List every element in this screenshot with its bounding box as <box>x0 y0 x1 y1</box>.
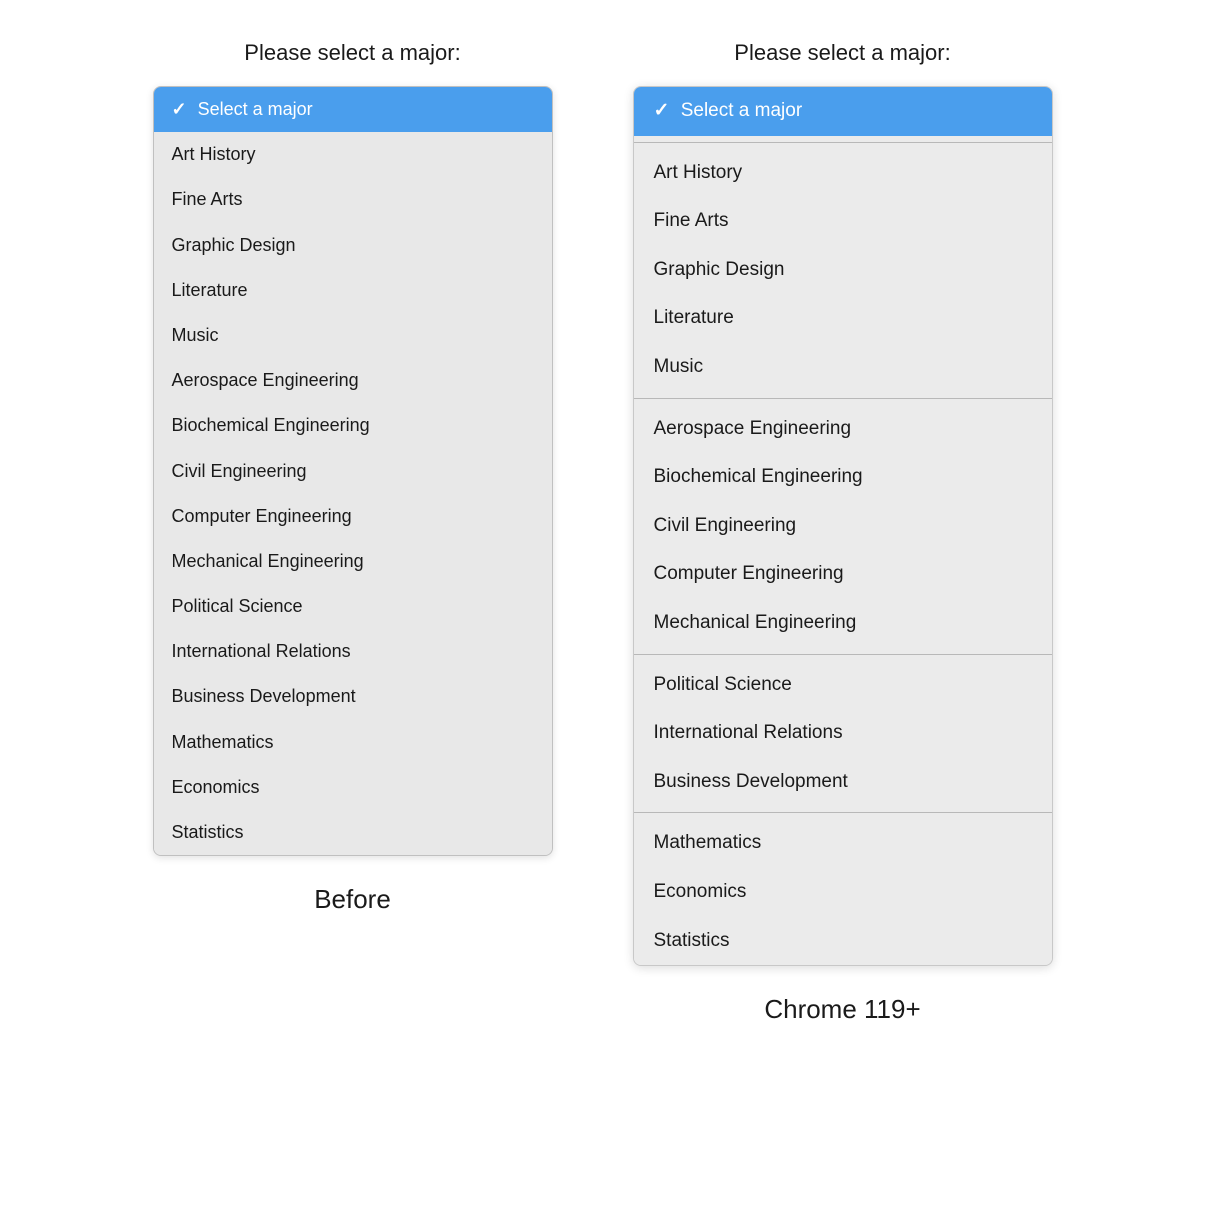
chrome-column: Please select a major: ✓ Select a major A… <box>633 40 1053 1025</box>
group-divider-group-selected <box>634 142 1052 143</box>
listbox-item-civil-engineering[interactable]: Civil Engineering <box>154 449 552 494</box>
chrome-listbox-item-graphic-design[interactable]: Graphic Design <box>634 246 1052 295</box>
main-container: Please select a major: ✓ Select a majorA… <box>20 40 1185 1025</box>
chrome-listbox-item-international-relations[interactable]: International Relations <box>634 709 1052 758</box>
chrome-listbox[interactable]: ✓ Select a major Art HistoryFine ArtsGrap… <box>633 86 1053 966</box>
chrome-listbox-item-aerospace-engineering[interactable]: Aerospace Engineering <box>634 405 1052 454</box>
listbox-item-literature[interactable]: Literature <box>154 268 552 313</box>
listbox-item-music[interactable]: Music <box>154 313 552 358</box>
before-listbox[interactable]: ✓ Select a majorArt HistoryFine ArtsGrap… <box>153 86 553 856</box>
chrome-listbox-item-economics[interactable]: Economics <box>634 868 1052 917</box>
chrome-listbox-item-fine-arts[interactable]: Fine Arts <box>634 197 1052 246</box>
listbox-item-graphic-design[interactable]: Graphic Design <box>154 223 552 268</box>
chrome-listbox-item-mathematics[interactable]: Mathematics <box>634 819 1052 868</box>
group-divider-group-arts <box>634 398 1052 399</box>
chrome-label: Please select a major: <box>734 40 950 66</box>
listbox-item-fine-arts[interactable]: Fine Arts <box>154 177 552 222</box>
chrome-listbox-item-art-history[interactable]: Art History <box>634 149 1052 198</box>
chrome-listbox-item-biochemical-engineering[interactable]: Biochemical Engineering <box>634 453 1052 502</box>
listbox-item-economics[interactable]: Economics <box>154 765 552 810</box>
listbox-item-political-science[interactable]: Political Science <box>154 584 552 629</box>
listbox-item-select-placeholder[interactable]: ✓ Select a major <box>154 87 552 132</box>
chrome-listbox-item-business-development[interactable]: Business Development <box>634 758 1052 807</box>
chrome-footer: Chrome 119+ <box>764 994 920 1025</box>
listbox-item-mechanical-engineering[interactable]: Mechanical Engineering <box>154 539 552 584</box>
listbox-item-art-history[interactable]: Art History <box>154 132 552 177</box>
chrome-listbox-item-select-placeholder[interactable]: ✓ Select a major <box>634 87 1052 136</box>
chrome-listbox-item-computer-engineering[interactable]: Computer Engineering <box>634 550 1052 599</box>
chrome-listbox-item-statistics[interactable]: Statistics <box>634 917 1052 966</box>
before-column: Please select a major: ✓ Select a majorA… <box>153 40 553 915</box>
before-label: Please select a major: <box>244 40 460 66</box>
before-footer: Before <box>314 884 391 915</box>
group-divider-group-social <box>634 812 1052 813</box>
listbox-item-international-relations[interactable]: International Relations <box>154 629 552 674</box>
listbox-item-statistics[interactable]: Statistics <box>154 810 552 855</box>
chrome-listbox-item-political-science[interactable]: Political Science <box>634 661 1052 710</box>
checkmark-icon: ✓ <box>172 99 192 119</box>
listbox-item-business-development[interactable]: Business Development <box>154 674 552 719</box>
listbox-item-mathematics[interactable]: Mathematics <box>154 720 552 765</box>
listbox-item-aerospace-engineering[interactable]: Aerospace Engineering <box>154 358 552 403</box>
checkmark-icon: ✓ <box>654 100 675 121</box>
group-divider-group-engineering <box>634 654 1052 655</box>
listbox-item-computer-engineering[interactable]: Computer Engineering <box>154 494 552 539</box>
chrome-listbox-item-civil-engineering[interactable]: Civil Engineering <box>634 502 1052 551</box>
chrome-listbox-item-mechanical-engineering[interactable]: Mechanical Engineering <box>634 599 1052 648</box>
listbox-item-biochemical-engineering[interactable]: Biochemical Engineering <box>154 403 552 448</box>
chrome-listbox-item-music[interactable]: Music <box>634 343 1052 392</box>
chrome-listbox-item-literature[interactable]: Literature <box>634 294 1052 343</box>
